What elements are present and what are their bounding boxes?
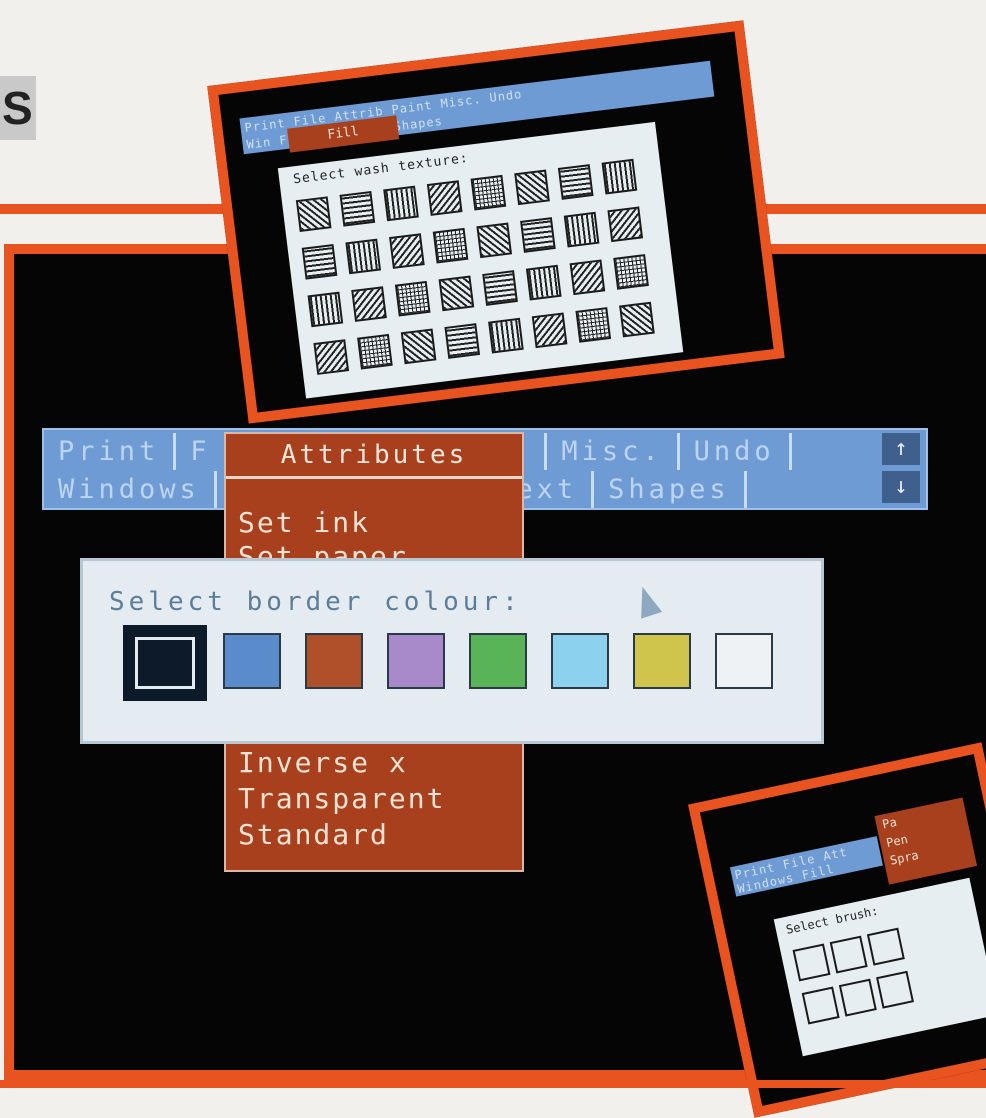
border-colour-dialog: Select border colour: bbox=[80, 558, 824, 744]
scroll-down-icon[interactable]: ↓ bbox=[882, 471, 920, 503]
texture-option[interactable] bbox=[514, 169, 550, 206]
menu-shapes[interactable]: Shapes bbox=[594, 471, 747, 508]
brush-option[interactable] bbox=[792, 943, 831, 982]
brush-option[interactable] bbox=[829, 935, 868, 974]
texture-option[interactable] bbox=[389, 233, 425, 269]
texture-option[interactable] bbox=[476, 222, 513, 259]
texture-option[interactable] bbox=[563, 211, 600, 248]
texture-option[interactable] bbox=[531, 312, 568, 349]
texture-option[interactable] bbox=[601, 158, 638, 195]
texture-option[interactable] bbox=[482, 270, 518, 306]
colour-swatch-white[interactable] bbox=[715, 633, 773, 689]
colour-swatch-green[interactable] bbox=[469, 633, 527, 689]
brush-option[interactable] bbox=[876, 970, 914, 1009]
inset2-brush-panel: Select brush: bbox=[773, 877, 986, 1057]
texture-option[interactable] bbox=[351, 286, 387, 322]
colour-swatch-blue[interactable] bbox=[223, 633, 281, 689]
dialog-prompt: Select border colour: bbox=[109, 587, 522, 617]
texture-option[interactable] bbox=[488, 317, 524, 354]
texture-option[interactable] bbox=[557, 164, 594, 200]
brush-option[interactable] bbox=[838, 978, 877, 1017]
texture-option[interactable] bbox=[432, 227, 469, 264]
menu-undo[interactable]: Undo bbox=[680, 433, 792, 470]
brush-option[interactable] bbox=[866, 927, 905, 966]
heading-tab: S bbox=[0, 76, 36, 140]
texture-option[interactable] bbox=[345, 238, 382, 275]
texture-option[interactable] bbox=[619, 301, 655, 338]
texture-option[interactable] bbox=[525, 264, 562, 301]
menu-item-standard[interactable]: Standard bbox=[238, 818, 389, 851]
texture-option[interactable] bbox=[313, 339, 350, 375]
texture-option[interactable] bbox=[400, 328, 437, 365]
colour-swatch-cyan[interactable] bbox=[551, 633, 609, 689]
colour-swatch-magenta[interactable] bbox=[387, 633, 445, 689]
menu-item-inverse[interactable]: Inverse x bbox=[238, 746, 408, 779]
scroll-up-icon[interactable]: ↑ bbox=[882, 433, 920, 465]
texture-option[interactable] bbox=[438, 275, 475, 312]
texture-option[interactable] bbox=[470, 174, 507, 211]
menu-file[interactable]: F bbox=[176, 433, 228, 470]
texture-option[interactable] bbox=[426, 180, 463, 216]
texture-option[interactable] bbox=[575, 307, 612, 343]
texture-option[interactable] bbox=[520, 217, 556, 253]
attributes-menu-title[interactable]: Attributes bbox=[226, 434, 522, 479]
texture-option[interactable] bbox=[295, 196, 332, 232]
texture-option[interactable] bbox=[307, 291, 344, 328]
colour-swatch-yellow[interactable] bbox=[633, 633, 691, 689]
menu-misc[interactable]: Misc. bbox=[547, 433, 680, 470]
texture-option[interactable] bbox=[607, 206, 644, 243]
menu-item-set-ink[interactable]: Set ink bbox=[238, 506, 370, 539]
heading-letter: S bbox=[2, 82, 33, 134]
inset-wash-texture-screen: Print File Attrib Paint Misc. Undo Win F… bbox=[207, 20, 785, 424]
texture-option[interactable] bbox=[301, 243, 338, 280]
menu-windows[interactable]: Windows bbox=[44, 471, 217, 508]
menu-print[interactable]: Print bbox=[44, 433, 177, 470]
orange-rule-bottom bbox=[0, 1080, 986, 1088]
inset2-paint-menu: Pa Pen Spra bbox=[874, 797, 978, 885]
texture-option[interactable] bbox=[383, 185, 419, 222]
texture-option[interactable] bbox=[339, 190, 376, 227]
colour-swatch-red[interactable] bbox=[305, 633, 363, 689]
menu-item-transparent[interactable]: Transparent bbox=[238, 782, 445, 815]
colour-swatch-black[interactable] bbox=[123, 625, 207, 701]
texture-option[interactable] bbox=[357, 333, 393, 370]
texture-option[interactable] bbox=[569, 259, 606, 296]
inset-texture-panel: Select wash texture: bbox=[277, 121, 684, 399]
texture-option[interactable] bbox=[613, 254, 649, 290]
texture-option[interactable] bbox=[444, 323, 481, 359]
texture-option[interactable] bbox=[394, 280, 431, 317]
brush-option[interactable] bbox=[801, 986, 840, 1025]
inset2-menu-bar: Print File Att Windows Fill bbox=[729, 836, 883, 897]
inset2-brush-prompt: Select brush: bbox=[784, 903, 880, 937]
